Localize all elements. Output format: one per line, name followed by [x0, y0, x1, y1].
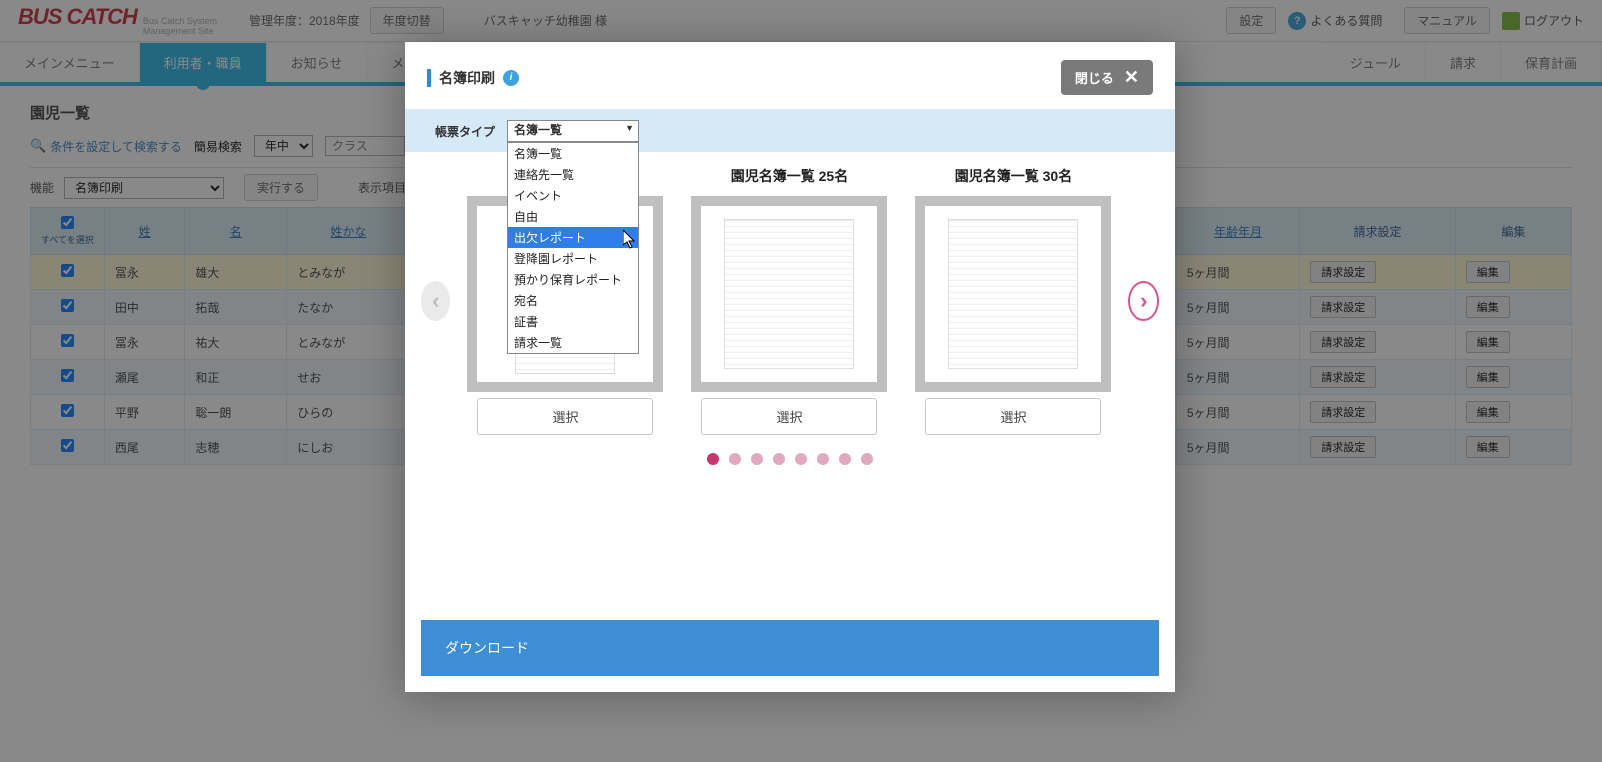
dropdown-option[interactable]: 登降園レポート [508, 248, 638, 269]
modal-body: 帳票タイプ 名簿一覧 ▼ 名簿一覧連絡先一覧イベント自由出欠レポート登降園レポー… [405, 110, 1175, 620]
dropdown-option[interactable]: 請求一覧 [508, 332, 638, 353]
carousel-next-button[interactable]: › [1128, 281, 1159, 321]
filter-row: 帳票タイプ 名簿一覧 ▼ 名簿一覧連絡先一覧イベント自由出欠レポート登降園レポー… [405, 110, 1175, 152]
report-type-dropdown[interactable]: 名簿一覧連絡先一覧イベント自由出欠レポート登降園レポート預かり保育レポート宛名証… [507, 142, 639, 354]
report-type-select-wrap: 名簿一覧 ▼ 名簿一覧連絡先一覧イベント自由出欠レポート登降園レポート預かり保育… [507, 120, 639, 142]
carousel-dots [421, 453, 1159, 465]
template-card: 園児名簿一覧 25名選択 [684, 166, 894, 435]
dropdown-option[interactable]: 証書 [508, 311, 638, 332]
carousel-dot[interactable] [773, 453, 785, 465]
carousel-dot[interactable] [817, 453, 829, 465]
dropdown-option[interactable]: 自由 [508, 206, 638, 227]
chevron-right-icon: › [1140, 288, 1147, 314]
carousel-dot[interactable] [729, 453, 741, 465]
template-card: 園児名簿一覧 30名選択 [908, 166, 1118, 435]
select-template-button[interactable]: 選択 [477, 398, 653, 435]
card-preview [691, 196, 887, 392]
carousel-dot[interactable] [861, 453, 873, 465]
card-preview [915, 196, 1111, 392]
carousel-dot[interactable] [795, 453, 807, 465]
carousel-dot[interactable] [707, 453, 719, 465]
select-template-button[interactable]: 選択 [925, 398, 1101, 435]
filter-label: 帳票タイプ [435, 123, 495, 140]
carousel-prev-button[interactable]: ‹ [421, 281, 450, 321]
modal-header: 名簿印刷 i 閉じる ✕ [405, 42, 1175, 110]
close-icon: ✕ [1124, 67, 1139, 88]
carousel-dot[interactable] [839, 453, 851, 465]
dropdown-option[interactable]: 連絡先一覧 [508, 164, 638, 185]
dropdown-option[interactable]: 名簿一覧 [508, 143, 638, 164]
close-button[interactable]: 閉じる ✕ [1061, 60, 1153, 95]
dropdown-option[interactable]: 出欠レポート [508, 227, 638, 248]
download-button[interactable]: ダウンロード [421, 620, 1159, 676]
carousel-dot[interactable] [751, 453, 763, 465]
card-title: 園児名簿一覧 25名 [731, 166, 848, 186]
chevron-down-icon: ▼ [625, 123, 634, 133]
dropdown-option[interactable]: 預かり保育レポート [508, 269, 638, 290]
card-title: 園児名簿一覧 30名 [955, 166, 1072, 186]
select-template-button[interactable]: 選択 [701, 398, 877, 435]
dropdown-option[interactable]: 宛名 [508, 290, 638, 311]
info-icon[interactable]: i [503, 70, 519, 86]
chevron-left-icon: ‹ [432, 288, 439, 314]
print-modal: 名簿印刷 i 閉じる ✕ 帳票タイプ 名簿一覧 ▼ 名簿一覧連絡先一覧イベント自… [405, 42, 1175, 692]
dropdown-option[interactable]: イベント [508, 185, 638, 206]
modal-title: 名簿印刷 i [427, 68, 519, 88]
report-type-select[interactable]: 名簿一覧 ▼ [507, 120, 639, 142]
